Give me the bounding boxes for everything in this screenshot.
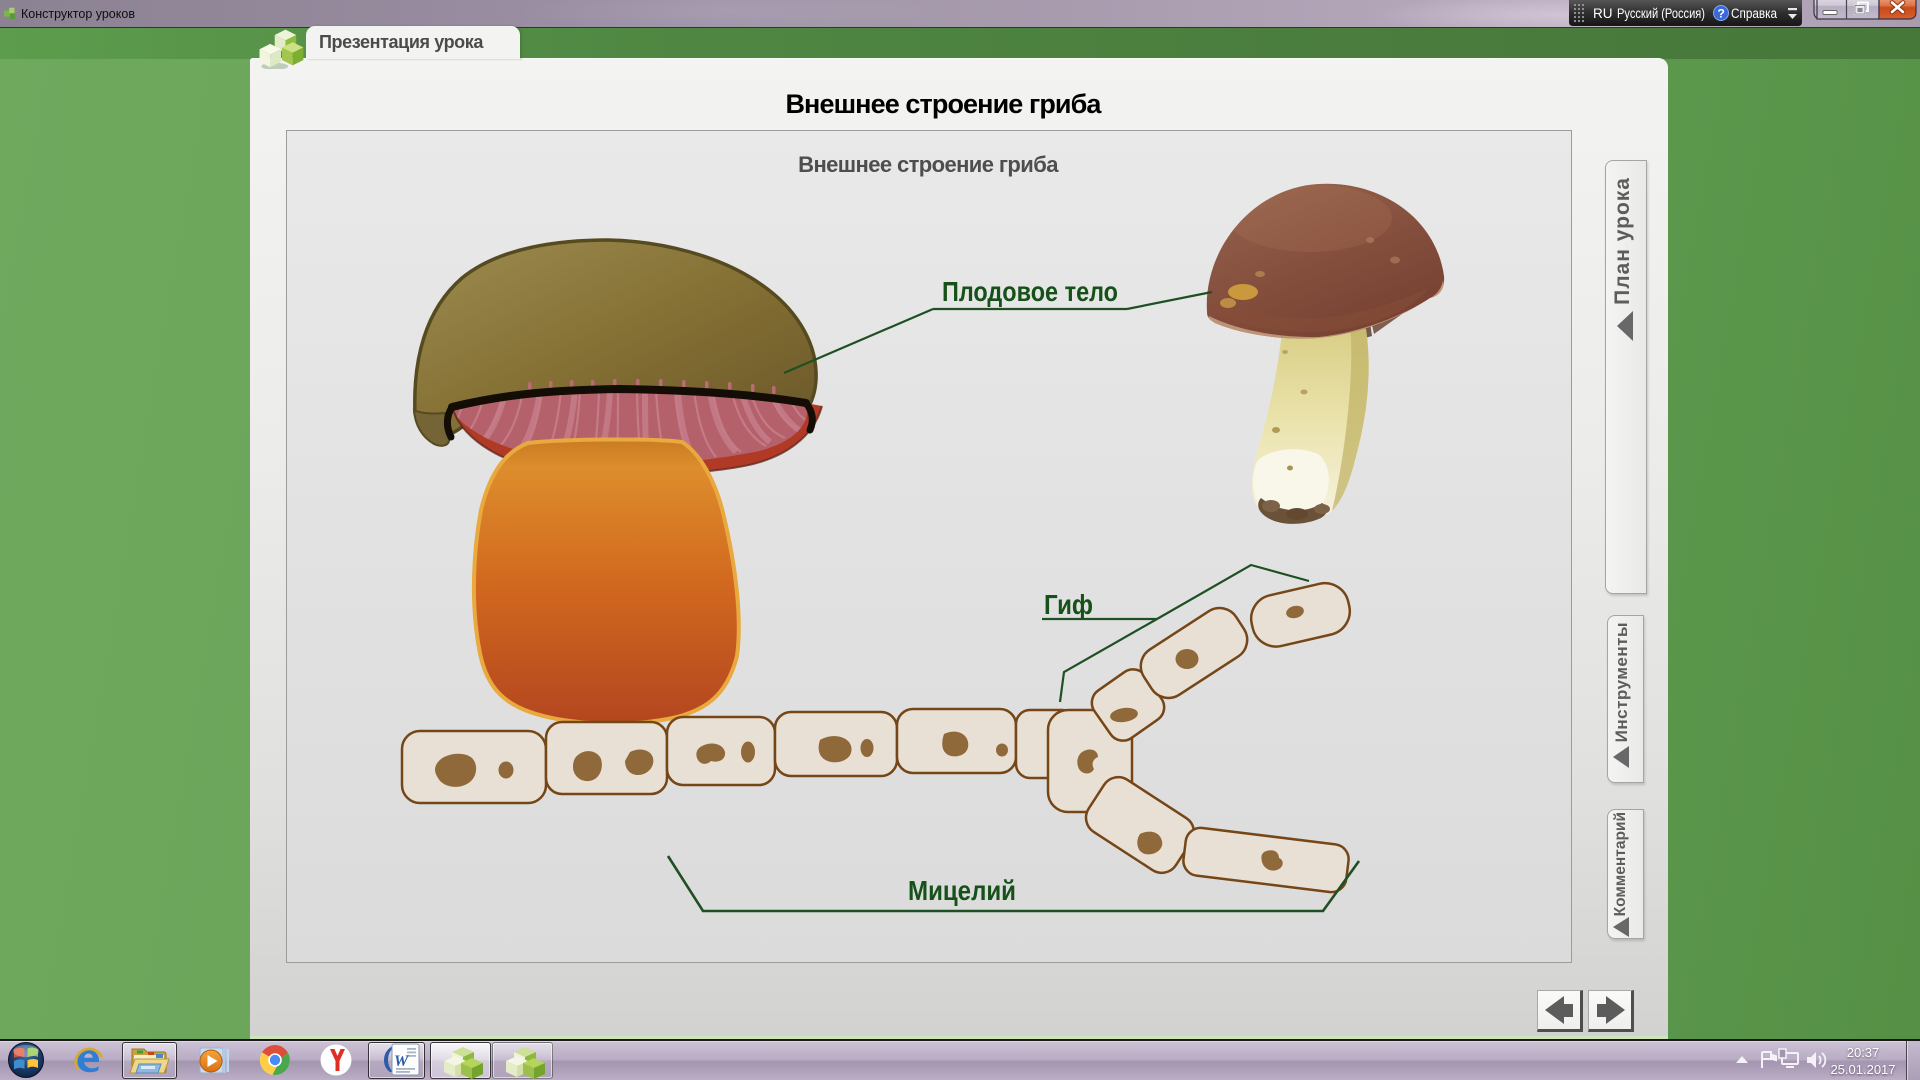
svg-text:Мицелий: Мицелий [908, 875, 1016, 906]
svg-text:Русский (Россия): Русский (Россия) [1617, 6, 1705, 21]
svg-text:Гиф: Гиф [1044, 589, 1093, 620]
svg-text:Справка: Справка [1731, 6, 1777, 21]
svg-text:RU: RU [1593, 6, 1613, 21]
svg-text:Плодовое тело: Плодовое тело [942, 276, 1118, 307]
svg-text:?: ? [1718, 7, 1725, 21]
svg-text:W: W [394, 1053, 410, 1070]
